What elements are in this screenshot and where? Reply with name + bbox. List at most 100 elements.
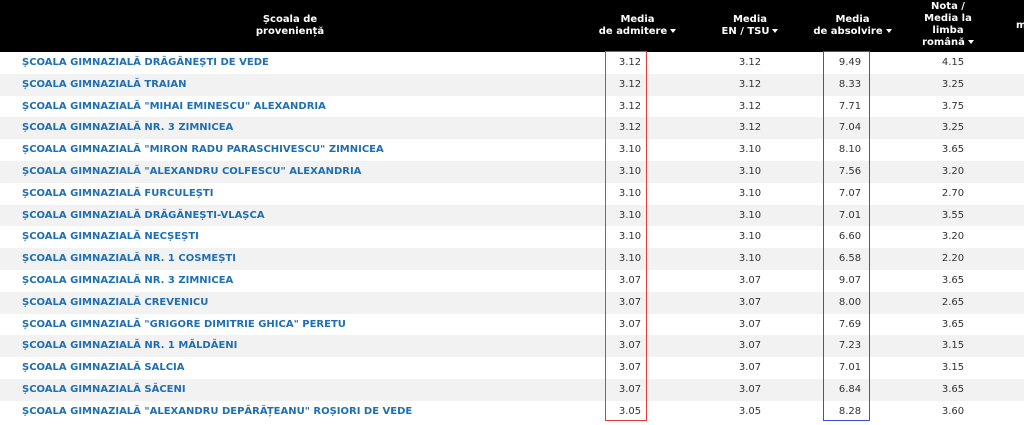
- table-row: ȘCOALA GIMNAZIALĂ NR. 1 COSMEȘTI 3.10 3.10…: [0, 248, 1024, 270]
- sort-caret-down-icon[interactable]: [885, 29, 892, 33]
- school-link[interactable]: ȘCOALA GIMNAZIALĂ "ALEXANDRU COLFESCU" A…: [22, 161, 582, 183]
- school-link[interactable]: ȘCOALA GIMNAZIALĂ NR. 3 ZIMNICEA: [22, 117, 582, 139]
- cell-media-en-tsu: 3.12: [738, 100, 762, 112]
- cell-nota-romana: 3.20: [941, 231, 965, 243]
- column-header-absolvire[interactable]: Media de absolvire: [805, 0, 900, 52]
- school-link[interactable]: ȘCOALA GIMNAZIALĂ CREVENICU: [22, 292, 582, 314]
- cell-media-admitere: 3.07: [618, 296, 642, 308]
- cell-media-en-tsu: 3.07: [738, 362, 762, 374]
- cell-nota-romana: 3.65: [941, 144, 965, 156]
- school-link[interactable]: ȘCOALA GIMNAZIALĂ TRAIAN: [22, 74, 582, 96]
- table-row: ȘCOALA GIMNAZIALĂ NR. 3 ZIMNICEA 3.07 3.07…: [0, 269, 1024, 292]
- column-header-school: Școala de proveniență: [0, 0, 580, 52]
- cell-nota-romana: 4.15: [941, 57, 965, 68]
- cell-media-admitere: 3.12: [618, 57, 642, 68]
- column-header-admitere-line2: de admitere: [598, 26, 668, 37]
- cell-media-absolvire: 8.10: [838, 144, 862, 156]
- cell-media-admitere: 3.10: [618, 209, 642, 221]
- school-link[interactable]: ȘCOALA GIMNAZIALĂ DRĂGĂNEȘTI DE VEDE: [22, 52, 582, 74]
- column-header-romana[interactable]: Nota / Media la limba română: [900, 0, 996, 52]
- cell-media-en-tsu: 3.07: [738, 296, 762, 308]
- column-header-admitere[interactable]: Media de admitere: [580, 0, 695, 52]
- cell-media-absolvire: 7.23: [838, 340, 862, 352]
- table-body: ȘCOALA GIMNAZIALĂ DRĂGĂNEȘTI DE VEDE 3.12…: [0, 52, 1024, 423]
- cell-media-admitere: 3.10: [618, 165, 642, 177]
- cell-nota-romana: 3.15: [941, 340, 965, 352]
- cell-media-absolvire: 9.49: [838, 57, 862, 68]
- table-row: ȘCOALA GIMNAZIALĂ NR. 1 MĂLDĂENI 3.07 3.07…: [0, 335, 1024, 358]
- cell-media-absolvire: 6.60: [838, 231, 862, 243]
- cell-media-admitere: 3.07: [618, 383, 642, 395]
- table-row: ȘCOALA GIMNAZIALĂ "ALEXANDRU COLFESCU" A…: [0, 160, 1024, 183]
- school-link[interactable]: ȘCOALA GIMNAZIALĂ NR. 1 MĂLDĂENI: [22, 335, 582, 357]
- column-header-en-tsu[interactable]: Media EN / TSU: [695, 0, 805, 52]
- cell-media-absolvire: 7.56: [838, 165, 862, 177]
- cell-media-admitere: 3.12: [618, 122, 642, 134]
- cell-media-absolvire: 6.58: [838, 253, 862, 265]
- cell-media-absolvire: 7.71: [838, 100, 862, 112]
- results-table: Școala de proveniență Media de admitere …: [0, 0, 1024, 425]
- sort-caret-down-icon[interactable]: [772, 29, 779, 33]
- cell-nota-romana: 3.25: [941, 122, 965, 134]
- table-row: ȘCOALA GIMNAZIALĂ "MIRON RADU PARASCHIVE…: [0, 139, 1024, 161]
- column-header-truncated: m: [996, 0, 1024, 52]
- cell-nota-romana: 2.20: [941, 253, 965, 265]
- school-link[interactable]: ȘCOALA GIMNAZIALĂ NECȘEȘTI: [22, 226, 582, 248]
- cell-media-admitere: 3.10: [618, 231, 642, 243]
- cell-media-en-tsu: 3.12: [738, 57, 762, 68]
- cell-media-absolvire: 7.01: [838, 209, 862, 221]
- school-link[interactable]: ȘCOALA GIMNAZIALĂ "MIRON RADU PARASCHIVE…: [22, 139, 582, 161]
- cell-media-admitere: 3.07: [618, 274, 642, 286]
- table-row: ȘCOALA GIMNAZIALĂ DRĂGĂNEȘTI-VLAȘCA 3.10 3…: [0, 204, 1024, 227]
- table-row: ȘCOALA GIMNAZIALĂ SĂCENI 3.07 3.07 6.84 3.65: [0, 378, 1024, 401]
- table-header: Școala de proveniență Media de admitere …: [0, 0, 1024, 52]
- cell-media-en-tsu: 3.10: [738, 253, 762, 265]
- column-header-school-line2: proveniență: [255, 26, 325, 37]
- sort-caret-down-icon[interactable]: [967, 40, 974, 44]
- cell-media-en-tsu: 3.07: [738, 340, 762, 352]
- cell-media-en-tsu: 3.10: [738, 165, 762, 177]
- cell-media-en-tsu: 3.12: [738, 122, 762, 134]
- cell-media-absolvire: 7.69: [838, 318, 862, 330]
- cell-media-en-tsu: 3.10: [738, 187, 762, 199]
- cell-nota-romana: 3.20: [941, 165, 965, 177]
- cell-media-absolvire: 8.28: [838, 405, 862, 417]
- column-header-romana-line3: limba: [932, 25, 964, 36]
- cell-media-absolvire: 9.07: [838, 274, 862, 286]
- school-link[interactable]: ȘCOALA GIMNAZIALĂ FURCULEȘTI: [22, 183, 582, 205]
- cell-media-absolvire: 7.07: [838, 187, 862, 199]
- cell-media-admitere: 3.07: [618, 318, 642, 330]
- cell-media-en-tsu: 3.07: [738, 274, 762, 286]
- table-row: ȘCOALA GIMNAZIALĂ NR. 3 ZIMNICEA 3.12 3.12…: [0, 117, 1024, 140]
- sort-caret-down-icon[interactable]: [670, 29, 677, 33]
- cell-nota-romana: 3.15: [941, 362, 965, 374]
- cell-media-admitere: 3.07: [618, 340, 642, 352]
- cell-media-admitere: 3.10: [618, 253, 642, 265]
- school-link[interactable]: ȘCOALA GIMNAZIALĂ "GRIGORE DIMITRIE GHIC…: [22, 314, 582, 336]
- cell-media-absolvire: 7.04: [838, 122, 862, 134]
- cell-media-en-tsu: 3.10: [738, 231, 762, 243]
- cell-nota-romana: 3.65: [941, 274, 965, 286]
- school-link[interactable]: ȘCOALA GIMNAZIALĂ "MIHAI EMINESCU" ALEXA…: [22, 96, 582, 118]
- school-link[interactable]: ȘCOALA GIMNAZIALĂ "ALEXANDRU DEPĂRĂȚEANU…: [22, 401, 582, 423]
- cell-nota-romana: 2.65: [941, 296, 965, 308]
- cell-media-en-tsu: 3.07: [738, 383, 762, 395]
- school-link[interactable]: ȘCOALA GIMNAZIALĂ NR. 3 ZIMNICEA: [22, 270, 582, 292]
- cell-media-en-tsu: 3.12: [738, 78, 762, 90]
- cell-nota-romana: 3.75: [941, 100, 965, 112]
- column-header-en-line1: Media: [732, 14, 768, 25]
- table-row: ȘCOALA GIMNAZIALĂ FURCULEȘTI 3.10 3.10 7.07…: [0, 182, 1024, 205]
- school-link[interactable]: ȘCOALA GIMNAZIALĂ DRĂGĂNEȘTI-VLAȘCA: [22, 205, 582, 227]
- school-link[interactable]: ȘCOALA GIMNAZIALĂ SĂCENI: [22, 379, 582, 401]
- column-header-romana-line1: Nota /: [931, 1, 965, 12]
- cell-nota-romana: 2.70: [941, 187, 965, 199]
- cell-media-admitere: 3.10: [618, 187, 642, 199]
- school-link[interactable]: ȘCOALA GIMNAZIALĂ SALCIA: [22, 357, 582, 379]
- column-header-absolvire-line1: Media: [835, 14, 870, 25]
- cell-nota-romana: 3.60: [941, 405, 965, 417]
- school-link[interactable]: ȘCOALA GIMNAZIALĂ NR. 1 COSMEȘTI: [22, 248, 582, 270]
- table-row: ȘCOALA GIMNAZIALĂ CREVENICU 3.07 3.07 8.00 2…: [0, 291, 1024, 314]
- cell-media-admitere: 3.12: [618, 100, 642, 112]
- column-header-en-line2: EN / TSU: [721, 26, 770, 37]
- cell-media-admitere: 3.07: [618, 362, 642, 374]
